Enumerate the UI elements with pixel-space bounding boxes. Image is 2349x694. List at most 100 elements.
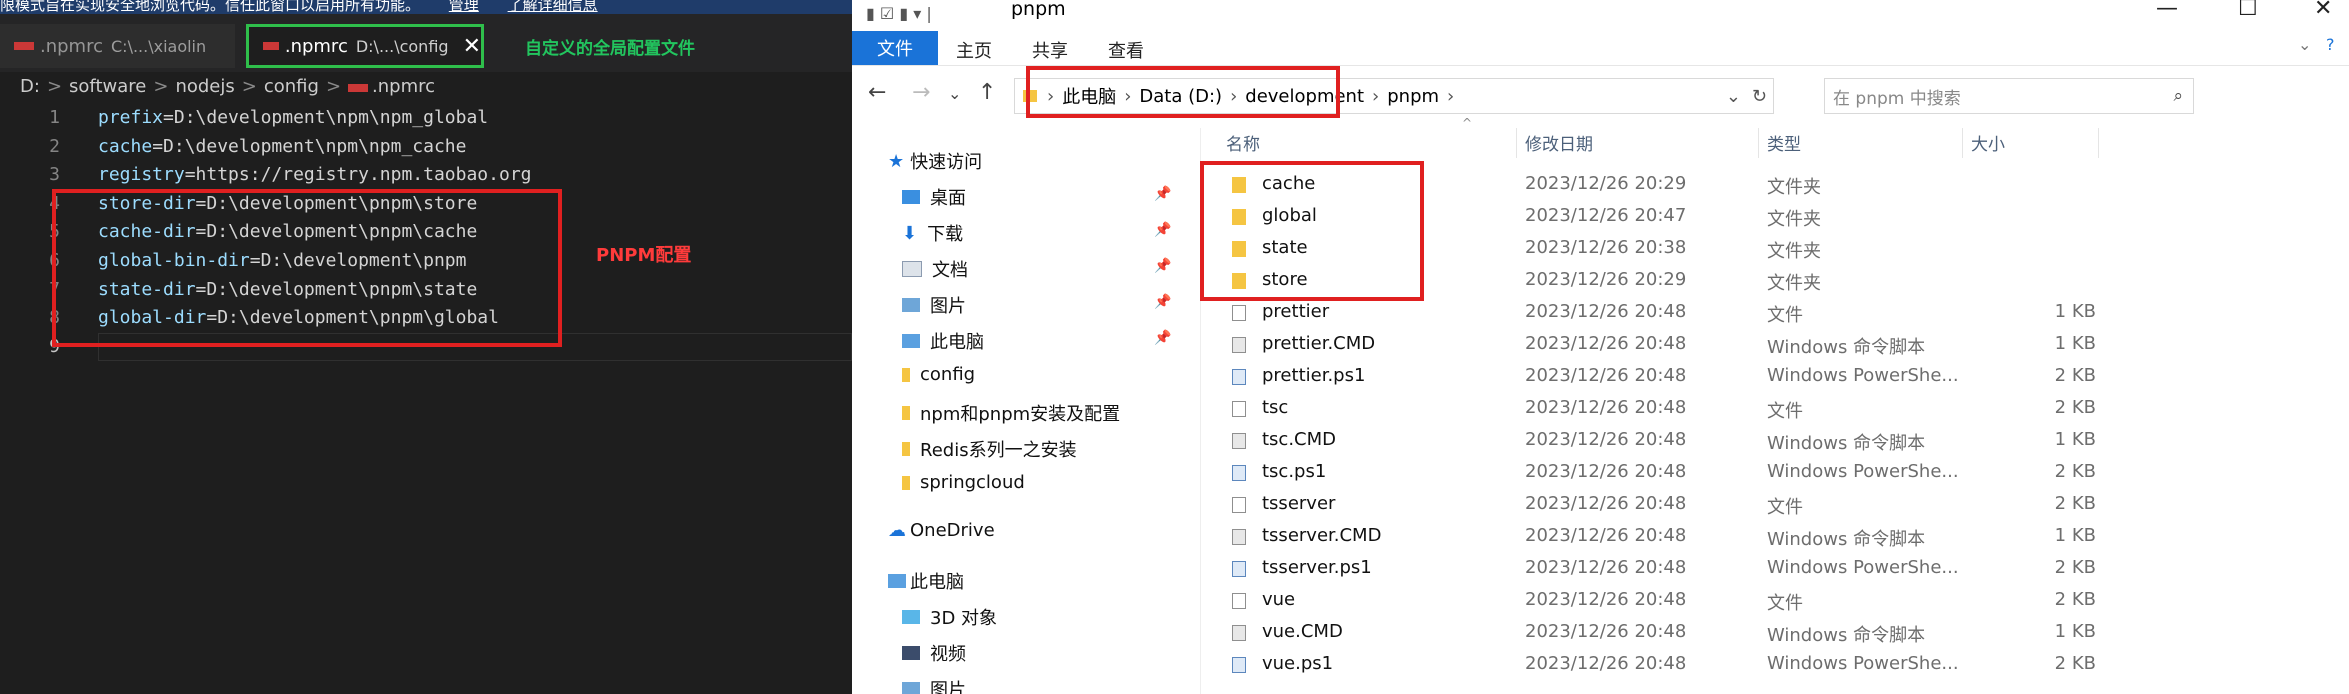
line-number: 1 (49, 107, 60, 128)
banner-learn-more-link[interactable]: 了解详细信息 (508, 0, 598, 14)
nav-pictures-pc[interactable]: 图片 (902, 676, 966, 694)
pin-icon[interactable]: 📌 (1154, 330, 1171, 346)
pnpm-highlight-box (52, 189, 562, 347)
column-divider[interactable] (2098, 128, 2099, 158)
pin-icon[interactable]: 📌 (1154, 186, 1171, 202)
table-row[interactable]: tsserver.ps1 2023/12/26 20:48 Windows Powe… (1206, 553, 2349, 585)
nav-3d-objects[interactable]: 3D 对象 (902, 604, 997, 630)
table-row[interactable]: tsc.CMD 2023/12/26 20:48 Windows 命令脚本 1 KB (1206, 425, 2349, 457)
file-date: 2023/12/26 20:48 (1525, 621, 1687, 642)
computer-icon (902, 334, 920, 348)
nav-folder-springcloud[interactable]: springcloud (902, 472, 1025, 493)
close-icon[interactable]: ✕ (463, 34, 481, 59)
table-row[interactable]: tsc.ps1 2023/12/26 20:48 Windows PowerShe.… (1206, 457, 2349, 489)
banner-text: 限模式旨在实现安全地浏览代码。信任此窗口以启用所有功能。 (0, 0, 421, 14)
forward-arrow-icon[interactable]: → (912, 80, 930, 105)
table-row[interactable]: prettier 2023/12/26 20:48 文件 1 KB (1206, 297, 2349, 329)
vscode-editor: 限模式旨在实现安全地浏览代码。信任此窗口以启用所有功能。 管理 了解详细信息 .… (0, 0, 852, 694)
file-size: 2 KB (2054, 589, 2096, 610)
table-row[interactable]: vue.ps1 2023/12/26 20:48 Windows PowerShe.… (1206, 649, 2349, 681)
column-divider[interactable] (1962, 128, 1963, 158)
banner-manage-link[interactable]: 管理 (449, 0, 479, 14)
close-icon[interactable]: ✕ (2314, 0, 2332, 21)
config-key: cache (98, 135, 153, 157)
file-name: prettier.CMD (1262, 333, 1376, 354)
pin-icon[interactable]: 📌 (1154, 258, 1171, 274)
table-row[interactable]: tsserver.CMD 2023/12/26 20:48 Windows 命令脚本… (1206, 521, 2349, 553)
file-date: 2023/12/26 20:48 (1525, 525, 1687, 546)
breadcrumb-item[interactable]: nodejs (175, 76, 234, 97)
column-type[interactable]: 类型 (1767, 130, 1801, 155)
minimize-icon[interactable]: — (2156, 0, 2178, 21)
nav-pictures[interactable]: 图片 (902, 292, 966, 318)
file-size: 2 KB (2054, 365, 2096, 386)
computer-icon (888, 574, 906, 588)
nav-label: 3D 对象 (930, 608, 998, 629)
line-number: 4 (49, 192, 60, 214)
up-arrow-icon[interactable]: ↑ (978, 80, 996, 105)
quick-access-toolbar[interactable]: ▮ ☑ ▮ ▾ | (866, 4, 932, 23)
table-row[interactable]: prettier.ps1 2023/12/26 20:48 Windows Powe… (1206, 361, 2349, 393)
back-arrow-icon[interactable]: ← (868, 80, 886, 105)
help-icon[interactable]: ? (2326, 35, 2335, 54)
nav-quick-access[interactable]: ★ 快速访问 (888, 148, 982, 174)
breadcrumb-item[interactable]: config (264, 76, 319, 97)
file-type: Windows PowerShe... (1767, 557, 1959, 578)
table-row[interactable]: vue 2023/12/26 20:48 文件 2 KB (1206, 585, 2349, 617)
address-highlight-box (1026, 66, 1340, 118)
chevron-right-icon: > (241, 76, 257, 97)
tab-file[interactable]: 文件 (852, 31, 938, 65)
nav-downloads[interactable]: ⬇ 下载 (902, 220, 963, 246)
file-name: tsserver (1262, 493, 1336, 514)
nav-this-pc[interactable]: 此电脑 (888, 568, 964, 594)
file-size: 2 KB (2054, 397, 2096, 418)
nav-this-pc-pinned[interactable]: 此电脑 (902, 328, 984, 354)
column-date[interactable]: 修改日期 (1525, 130, 1593, 155)
nav-videos[interactable]: 视频 (902, 640, 966, 666)
recent-chevron-icon[interactable]: ⌄ (948, 84, 961, 103)
config-value: D:\development\npm\npm_global (173, 107, 489, 128)
address-segment[interactable]: pnpm (1387, 86, 1439, 107)
chevron-down-icon[interactable]: ⌄ (2298, 35, 2311, 54)
breadcrumb: D: > software > nodejs > config > .npmrc (20, 76, 435, 97)
table-row[interactable]: prettier.CMD 2023/12/26 20:48 Windows 命令脚本… (1206, 329, 2349, 361)
breadcrumb-item[interactable]: .npmrc (372, 76, 435, 97)
nav-folder-config[interactable]: config (902, 364, 975, 385)
file-date: 2023/12/26 20:48 (1525, 301, 1687, 322)
column-size[interactable]: 大小 (1971, 130, 2005, 155)
nav-folder-redis[interactable]: Redis系列一之安装 (902, 436, 1077, 462)
search-input[interactable]: 在 pnpm 中搜索 ⌕ (1824, 78, 2194, 114)
pin-icon[interactable]: 📌 (1154, 222, 1171, 238)
nav-documents[interactable]: 文档 (902, 256, 968, 282)
table-row[interactable]: tsserver 2023/12/26 20:48 文件 2 KB (1206, 489, 2349, 521)
tab-view[interactable]: 查看 (1108, 37, 1144, 63)
refresh-icon[interactable]: ↻ (1752, 86, 1767, 107)
nav-folder-npm-pnpm[interactable]: npm和pnpm安装及配置 (902, 400, 1120, 426)
tab-home[interactable]: 主页 (956, 37, 992, 63)
column-divider[interactable] (1516, 128, 1517, 158)
nav-label: OneDrive (910, 520, 995, 541)
table-row[interactable]: tsc 2023/12/26 20:48 文件 2 KB (1206, 393, 2349, 425)
tab-label: .npmrc (40, 35, 103, 57)
tab-npmrc-config[interactable]: .npmrc D:\...\config ✕ (246, 24, 484, 68)
cmd-script-icon (1232, 625, 1246, 641)
file-type: 文件夹 (1767, 177, 1821, 198)
chevron-right-icon: › (1447, 85, 1455, 107)
maximize-icon[interactable]: ☐ (2238, 0, 2258, 21)
table-row[interactable]: vue.CMD 2023/12/26 20:48 Windows 命令脚本 1 KB (1206, 617, 2349, 649)
nav-desktop[interactable]: 桌面 (902, 184, 966, 210)
config-key: prefix (98, 107, 164, 128)
pin-icon[interactable]: 📌 (1154, 294, 1171, 310)
column-name[interactable]: 名称 (1226, 130, 1260, 155)
tab-share[interactable]: 共享 (1032, 37, 1068, 63)
nav-label: 下载 (927, 224, 964, 245)
column-divider[interactable] (1758, 128, 1759, 158)
cube-icon (902, 610, 920, 624)
line-number: 3 (49, 164, 60, 186)
nav-onedrive[interactable]: ☁ OneDrive (888, 520, 995, 541)
tab-npmrc-user[interactable]: .npmrc C:\...\xiaolin (0, 24, 235, 68)
chevron-down-icon[interactable]: ⌄ (1726, 86, 1741, 107)
breadcrumb-item[interactable]: software (69, 76, 146, 97)
breadcrumb-item[interactable]: D: (20, 76, 40, 97)
file-type: Windows PowerShe... (1767, 653, 1959, 674)
